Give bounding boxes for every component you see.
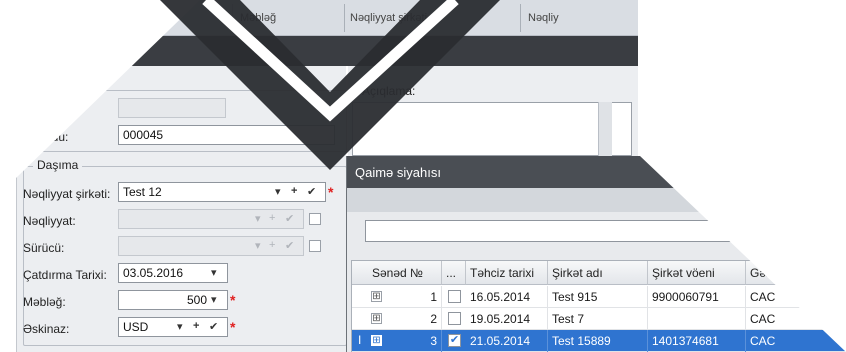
amount-value: 500 — [186, 293, 207, 307]
toolbar-strip — [0, 36, 846, 66]
dialog-toolbar — [347, 188, 846, 212]
company-select[interactable]: Test 12 ▾ + ✔ — [118, 182, 326, 202]
vehicle-select[interactable]: ▾ + ✔ — [118, 209, 304, 229]
table-row[interactable]: ⊞ 1 16.05.2014 Test 915 9900060791 CAC — [352, 286, 846, 308]
transport-group-title: Daşıma — [33, 158, 83, 172]
supply-date-cell: 19.05.2014 — [466, 308, 548, 330]
column-header-document-no[interactable]: Sənəd № — [352, 261, 442, 285]
delivery-date-picker[interactable]: 03.05.2016 ▾ — [118, 263, 228, 283]
check-icon[interactable]: ✔ — [209, 320, 218, 333]
company-voen-cell — [648, 308, 746, 330]
chevron-down-icon[interactable]: ▾ — [730, 225, 735, 236]
column-divider — [520, 4, 521, 32]
delivery-date-label: Çatdırma Tarixi: — [23, 268, 107, 282]
dialog-title[interactable]: Qaimə siyahısı — [347, 156, 846, 188]
invoice-grid: Sənəd № ... Təhciz tarixi Şirkət adı Şir… — [351, 260, 846, 352]
chevron-down-icon[interactable]: ▾ — [275, 185, 281, 198]
amount-label: Məbləğ: — [23, 295, 66, 309]
column-header-select[interactable]: ... — [442, 261, 466, 285]
vehicle-label: Nəqliyyat: — [23, 214, 76, 228]
company-voen-cell: 1401374681 — [648, 330, 746, 352]
origin-cell: CAC — [746, 308, 846, 330]
description-textarea[interactable] — [352, 102, 632, 156]
company-value: Test 12 — [123, 185, 162, 199]
description-panel: Açıqlama: — [348, 66, 638, 156]
currency-select[interactable]: USD ▾ + ✔ — [118, 317, 228, 337]
document-no-cell: 3 — [386, 330, 442, 352]
delivery-date-value: 03.05.2016 — [123, 266, 184, 280]
check-icon: ✔ — [449, 334, 460, 346]
supply-date-cell: 16.05.2014 — [466, 286, 548, 308]
currency-label: Əskinaz: — [23, 322, 70, 336]
row-checkbox[interactable]: ✔ — [448, 334, 461, 347]
document-no-cell: 2 — [386, 308, 442, 330]
description-scrollbar[interactable] — [598, 102, 612, 156]
top-grid-header: ...cü adı Məbləğ Nəqliyyat şirkəti Nəqli… — [0, 0, 846, 36]
column-divider — [344, 4, 345, 32]
number-field[interactable] — [118, 98, 226, 118]
description-label: Açıqlama: — [362, 84, 416, 98]
required-icon: * — [230, 292, 236, 308]
code-label: Kodu: — [37, 130, 69, 144]
row-checkbox[interactable] — [448, 290, 461, 303]
expand-icon[interactable]: ⊞ — [371, 335, 382, 346]
add-icon[interactable]: + — [193, 320, 199, 332]
driver-select[interactable]: ▾ + ✔ — [118, 236, 304, 256]
document-group-title: Sənəd — [33, 82, 78, 96]
top-column-header[interactable]: ...cü adı — [112, 12, 151, 24]
filter-combo[interactable]: ▾ — [365, 220, 739, 242]
expand-icon[interactable]: ⊞ — [371, 291, 382, 302]
document-no-cell: 1 — [386, 286, 442, 308]
supply-date-cell: 21.05.2014 — [466, 330, 548, 352]
company-name-cell: Test 915 — [548, 286, 648, 308]
chevron-down-icon[interactable]: ▾ — [211, 266, 217, 279]
column-header-company-voen[interactable]: Şirkət vöeni — [648, 261, 746, 285]
driver-checkbox[interactable] — [309, 240, 321, 252]
chevron-down-icon: ▾ — [255, 240, 261, 252]
row-cursor-icon: I — [358, 333, 362, 347]
amount-field[interactable]: 500 ▾ — [118, 290, 228, 310]
top-column-header[interactable]: Nəqliy — [528, 12, 559, 24]
chevron-down-icon[interactable]: ▾ — [177, 320, 183, 333]
origin-cell: CAC — [746, 330, 846, 352]
top-column-header[interactable]: Məbləğ — [240, 12, 276, 24]
column-header-origin[interactable]: Gəlmə — [746, 261, 846, 285]
expand-icon[interactable]: ⊞ — [371, 313, 382, 324]
top-column-header[interactable]: Nəqliyyat şirkəti — [350, 12, 427, 24]
required-icon: * — [230, 319, 236, 335]
table-row[interactable]: I ⊞ 3 ✔ 21.05.2014 Test 15889 1401374681 CAC — [352, 330, 846, 352]
currency-value: USD — [123, 320, 149, 334]
company-label: Nəqliyyat şirkəti: — [23, 187, 111, 201]
invoice-list-dialog: Qaimə siyahısı ▾ Sənəd № ... Təhciz tari… — [346, 156, 846, 352]
check-icon[interactable]: ✔ — [307, 185, 316, 198]
add-icon: + — [269, 212, 276, 224]
vehicle-checkbox[interactable] — [309, 213, 321, 225]
add-icon: + — [269, 239, 276, 251]
form-panel: Sənəd №: Kodu: 000045 Daşıma Nəqliyyat ş… — [16, 66, 347, 352]
column-divider — [232, 4, 233, 32]
chevron-down-icon: ▾ — [255, 213, 261, 225]
origin-cell: CAC — [746, 286, 846, 308]
company-name-cell: Test 15889 — [548, 330, 648, 352]
driver-label: Sürücü: — [23, 241, 65, 255]
code-field[interactable]: 000045 — [118, 125, 335, 145]
company-name-cell: Test 7 — [548, 308, 648, 330]
company-voen-cell: 9900060791 — [648, 286, 746, 308]
check-icon: ✔ — [285, 213, 295, 225]
column-header-company-name[interactable]: Şirkət adı — [548, 261, 648, 285]
add-icon[interactable]: + — [291, 185, 297, 197]
required-icon: * — [328, 184, 334, 200]
table-row[interactable]: ⊞ 2 19.05.2014 Test 7 CAC — [352, 308, 846, 330]
chevron-down-icon[interactable]: ▾ — [211, 293, 217, 306]
check-icon: ✔ — [285, 240, 295, 252]
column-header-supply-date[interactable]: Təhciz tarixi — [466, 261, 548, 285]
number-label: №: — [37, 102, 55, 116]
screenshot-stage: ...cü adı Məbləğ Nəqliyyat şirkəti Nəqli… — [0, 0, 846, 352]
row-checkbox[interactable] — [448, 312, 461, 325]
